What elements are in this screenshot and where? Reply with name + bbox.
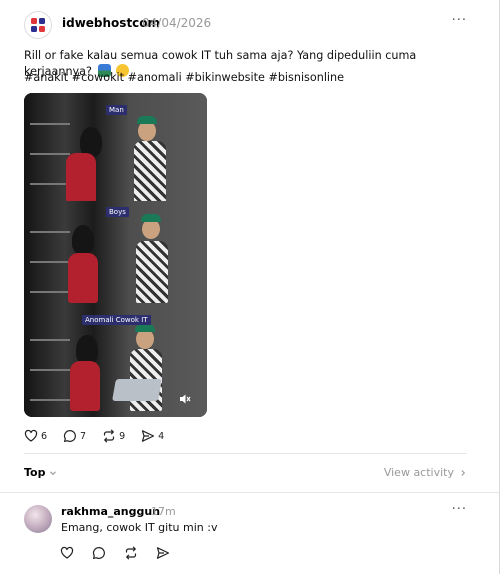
man-figure [136,241,168,303]
shelf [30,369,70,371]
post-more-button[interactable]: ··· [452,13,467,28]
video-panel: Anomali Cowok IT [24,309,207,417]
post-date[interactable]: 04/04/2026 [142,16,211,30]
woman-figure [68,253,98,303]
shelf [30,399,70,401]
video-panel: Boys [24,201,207,309]
sort-label: Top [24,466,46,479]
author-avatar[interactable] [24,11,52,39]
comment-button[interactable]: 7 [63,429,86,443]
reply-like-button[interactable] [60,546,74,560]
comment-count: 7 [80,430,87,442]
mute-icon[interactable] [179,393,191,405]
chevron-down-icon [50,470,57,475]
video-panel: Man [24,93,207,201]
brand-logo-icon [31,18,45,32]
shelf [30,183,70,185]
shelf [30,339,70,341]
shelf [30,153,70,155]
man-figure [136,329,154,349]
share-button[interactable]: 4 [141,429,164,443]
heart-icon [24,429,38,442]
woman-figure [70,361,100,411]
man-figure [138,121,156,141]
repost-button[interactable]: 9 [102,429,125,443]
comment-icon [92,546,105,559]
view-activity-link[interactable]: View activity [384,466,467,479]
reply-comment-button[interactable] [92,546,106,560]
comment-icon [64,429,76,442]
repost-count: 9 [119,430,126,442]
send-icon [142,430,155,442]
post-actions: 6 7 9 4 [24,429,180,443]
reply-share-button[interactable] [156,546,170,560]
man-figure [141,214,161,222]
reply-timestamp[interactable]: 17m [151,505,176,518]
woman-figure [66,153,96,201]
shelf [30,291,70,293]
laptop [112,379,162,401]
reply-repost-button[interactable] [124,546,138,560]
send-icon [156,547,170,559]
shelf [30,123,70,125]
view-activity-label: View activity [383,466,454,479]
share-count: 4 [158,430,165,442]
panel-label: Man [106,105,127,115]
divider [24,453,467,454]
heart-icon [60,546,74,559]
like-count: 6 [41,430,48,442]
divider [0,492,499,493]
repost-icon [125,546,137,560]
post-video[interactable]: Man Boys Anomali Cowok IT [24,93,207,417]
reply-text: Emang, cowok IT gitu min :v [61,521,218,534]
reply-more-button[interactable]: ··· [452,502,467,517]
like-button[interactable]: 6 [24,429,47,443]
sort-dropdown[interactable]: Top [24,466,57,479]
repost-icon [103,429,115,443]
reply-username[interactable]: rakhma_anggun [61,505,160,518]
chevron-right-icon [461,469,466,476]
panel-label: Anomali Cowok IT [82,315,151,325]
woman-figure [72,225,94,255]
post-hashtags[interactable]: #anakit #cowokit #anomali #bikinwebsite … [24,71,344,84]
man-figure [137,116,157,124]
shelf [30,231,70,233]
man-figure [134,141,166,201]
panel-label: Boys [106,207,129,217]
man-figure [142,219,160,239]
man-figure [135,324,155,332]
reply-actions [60,546,188,560]
reply-avatar[interactable] [24,505,52,533]
shelf [30,261,70,263]
